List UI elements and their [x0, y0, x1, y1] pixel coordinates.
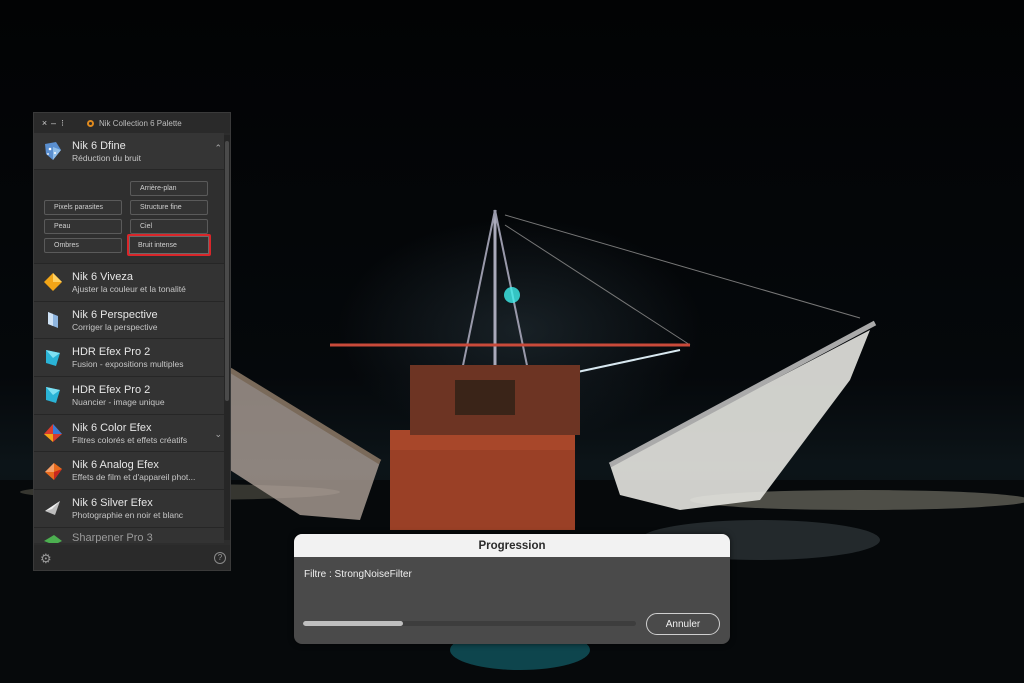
more-icon[interactable]: ⁝ — [58, 118, 67, 129]
item-subtitle: Réduction du bruit — [72, 152, 141, 163]
item-name: Nik 6 Dfine — [72, 139, 126, 152]
item-name: Sharpener Pro 3 — [72, 531, 153, 543]
preset-button[interactable]: Arrière-plan — [130, 181, 208, 196]
scrollbar-thumb[interactable] — [225, 141, 229, 401]
palette-item-silver-efex[interactable]: Nik 6 Silver Efex Photographie en noir et… — [34, 490, 224, 528]
nik-palette: × – ⁝ Nik Collection 6 Palette Nik 6 Dfi… — [33, 112, 231, 571]
help-icon[interactable]: ? — [214, 552, 226, 564]
chevron-down-icon[interactable]: ⌄ — [214, 429, 222, 440]
preset-button[interactable]: Pixels parasites — [44, 200, 122, 215]
preset-button[interactable]: Ciel — [130, 219, 208, 234]
nik-logo-icon — [87, 119, 94, 127]
palette-list[interactable]: Nik 6 Dfine Réduction du bruit ⌃ Arrière… — [34, 133, 224, 543]
filter-status-text: Filtre : StrongNoiseFilter — [304, 569, 412, 580]
palette-item-sharpener[interactable]: Sharpener Pro 3 — [34, 527, 224, 543]
item-name: Nik 6 Analog Efex — [72, 459, 159, 472]
item-subtitle: Nuancier - image unique — [72, 396, 165, 407]
palette-titlebar[interactable]: × – ⁝ Nik Collection 6 Palette — [34, 113, 230, 133]
minimize-icon[interactable]: – — [49, 118, 58, 128]
palette-item-perspective[interactable]: Nik 6 Perspective Corriger la perspective — [34, 301, 224, 340]
item-subtitle: Corriger la perspective — [72, 321, 158, 332]
progress-dialog: Progression Filtre : StrongNoiseFilter A… — [294, 534, 730, 644]
color-efex-icon — [44, 424, 62, 443]
dfine-presets: Arrière-plan Pixels parasites Structure … — [34, 170, 224, 264]
item-name: HDR Efex Pro 2 — [72, 346, 151, 359]
item-name: Nik 6 Silver Efex — [72, 496, 153, 509]
silver-efex-icon — [45, 501, 60, 516]
palette-item-analog-efex[interactable]: Nik 6 Analog Efex Effets de film et d'app… — [34, 452, 224, 491]
analog-efex-icon — [45, 462, 62, 480]
preset-button[interactable]: Structure fine — [130, 200, 208, 215]
preset-button[interactable]: Ombres — [44, 238, 122, 253]
item-name: Nik 6 Perspective — [72, 308, 158, 321]
preset-button[interactable]: Peau — [44, 219, 122, 234]
item-subtitle: Effets de film et d'appareil phot... — [72, 472, 196, 483]
palette-scrollbar[interactable] — [224, 135, 230, 540]
perspective-icon — [48, 312, 58, 329]
sharpener-icon — [44, 534, 62, 543]
item-subtitle: Filtres colorés et effets créatifs — [72, 434, 188, 445]
cancel-button[interactable]: Annuler — [646, 613, 720, 635]
palette-title: Nik Collection 6 Palette — [99, 118, 182, 128]
palette-item-hdr-tonal[interactable]: HDR Efex Pro 2 Nuancier - image unique — [34, 377, 224, 415]
palette-item-color-efex[interactable]: Nik 6 Color Efex Filtres colorés et effet… — [34, 414, 224, 453]
palette-item-hdr-fusion[interactable]: HDR Efex Pro 2 Fusion - expositions multi… — [34, 339, 224, 378]
item-subtitle: Ajuster la couleur et la tonalité — [72, 283, 186, 294]
hdr-efex-icon — [46, 387, 60, 404]
item-name: Nik 6 Color Efex — [72, 421, 152, 434]
item-subtitle: Photographie en noir et blanc — [72, 509, 184, 520]
viveza-icon — [44, 273, 62, 292]
item-name: HDR Efex Pro 2 — [72, 383, 151, 396]
palette-footer: ⚙ ? — [34, 545, 230, 570]
progress-fill — [303, 621, 403, 626]
preset-button-selected[interactable]: Bruit intense — [127, 234, 211, 256]
palette-item-dfine[interactable]: Nik 6 Dfine Réduction du bruit ⌃ — [34, 133, 224, 170]
palette-item-viveza[interactable]: Nik 6 Viveza Ajuster la couleur et la ton… — [34, 264, 224, 302]
progress-bar — [303, 621, 636, 626]
dfine-icon — [45, 142, 61, 160]
close-icon[interactable]: × — [40, 118, 49, 128]
chevron-up-icon[interactable]: ⌃ — [214, 143, 222, 154]
item-subtitle: Fusion - expositions multiples — [72, 359, 184, 370]
settings-icon[interactable]: ⚙ — [40, 552, 52, 565]
dialog-title: Progression — [294, 534, 730, 557]
hdr-efex-icon — [46, 349, 60, 366]
item-name: Nik 6 Viveza — [72, 270, 133, 283]
